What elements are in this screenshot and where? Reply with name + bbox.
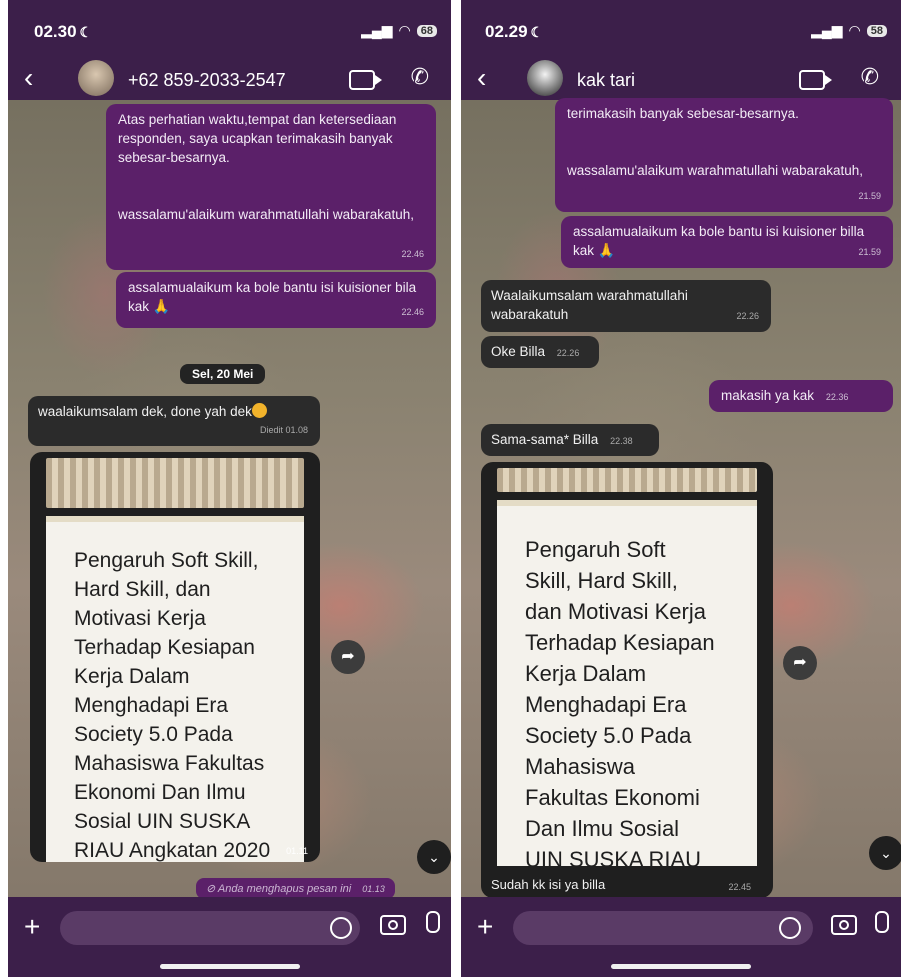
chat-screen-left: 02.30 ☾ ▂▄▆ ◠ 68 ‹ +62 859-2033-2547 ✆ At… — [8, 0, 451, 977]
sticker-icon[interactable] — [330, 917, 352, 939]
wifi-icon: ◠ — [398, 22, 411, 38]
moon-icon: ☾ — [79, 24, 93, 40]
contact-avatar[interactable] — [527, 60, 563, 96]
incoming-message[interactable]: Sama-sama* Billa 22.38 — [481, 424, 659, 456]
message-text: assalamualaikum ka bole bantu isi kuisio… — [128, 280, 417, 314]
outgoing-message[interactable]: terimakasih banyak sebesar-besarnya. was… — [555, 98, 893, 212]
praying-hands-icon: 🙏 — [597, 242, 616, 258]
document-image-message[interactable]: Pengaruh Soft Skill, Hard Skill, dan Mot… — [481, 462, 773, 898]
video-call-icon[interactable] — [799, 70, 832, 90]
message-text: assalamualaikum ka bole bantu isi kuisio… — [573, 224, 865, 258]
outgoing-message[interactable]: assalamualaikum ka bole bantu isi kuisio… — [561, 216, 893, 268]
microphone-icon[interactable] — [875, 911, 889, 933]
message-text: Sama-sama* Billa — [491, 432, 599, 447]
forward-icon[interactable]: ➦ — [783, 646, 817, 680]
home-indicator[interactable] — [611, 964, 751, 969]
message-input[interactable] — [513, 911, 813, 945]
document-page: Pengaruh Soft Skill, Hard Skill, dan Mot… — [497, 500, 757, 866]
incoming-message[interactable]: Oke Billa 22.26 — [481, 336, 599, 368]
message-text: Atas perhatian waktu,tempat dan ketersed… — [118, 112, 414, 222]
battery-level: 68 — [416, 24, 437, 37]
signal-icon: ▂▄▆ — [811, 22, 843, 38]
plus-icon[interactable]: + — [477, 911, 493, 943]
message-time: 22.26 — [556, 348, 580, 358]
document-image-message[interactable]: Pengaruh Soft Skill, Hard Skill, dan Mot… — [30, 452, 320, 862]
caption-text: Sudah kk isi ya billa — [491, 877, 606, 892]
scroll-down-button[interactable]: ⌄ — [869, 836, 901, 870]
sticker-icon[interactable] — [779, 917, 801, 939]
chat-header: 02.30 ☾ ▂▄▆ ◠ 68 ‹ +62 859-2033-2547 ✆ — [8, 0, 451, 100]
video-call-icon[interactable] — [349, 70, 382, 90]
emoji-icon — [251, 403, 267, 418]
document-title-text: Pengaruh Soft Skill, Hard Skill, dan Mot… — [74, 549, 271, 862]
contact-avatar[interactable] — [78, 60, 114, 96]
deleted-message[interactable]: ⊘ Anda menghapus pesan ini 01.13 — [196, 878, 395, 899]
message-time: 22.26 — [736, 311, 759, 321]
message-time: 01.11 — [286, 846, 308, 856]
wifi-icon: ◠ — [848, 22, 861, 38]
outgoing-message[interactable]: assalamualaikum ka bole bantu isi kuisio… — [116, 272, 436, 328]
document-page: Pengaruh Soft Skill, Hard Skill, dan Mot… — [46, 516, 304, 862]
status-bar-icons: ▂▄▆ ◠ 68 — [361, 22, 437, 39]
camera-icon[interactable] — [380, 915, 406, 935]
plus-icon[interactable]: + — [24, 911, 40, 943]
signal-icon: ▂▄▆ — [361, 22, 393, 38]
composer-bar: + — [461, 897, 901, 977]
document-banner-image — [46, 458, 304, 508]
message-text: terimakasih banyak sebesar-besarnya. was… — [567, 106, 863, 178]
microphone-icon[interactable] — [426, 911, 440, 933]
message-time: 22.36 — [825, 392, 849, 402]
message-input[interactable] — [60, 911, 360, 945]
incoming-message[interactable]: waalaikumsalam dek, done yah dek Diedit … — [28, 396, 320, 446]
message-text: makasih ya kak — [721, 388, 815, 403]
status-bar-time: 02.29 ☾ — [485, 22, 544, 41]
status-bar-time: 02.30 ☾ — [34, 22, 93, 41]
deleted-message-text: ⊘ Anda menghapus pesan ini — [206, 883, 352, 895]
document-banner-image — [497, 468, 757, 492]
camera-icon[interactable] — [831, 915, 857, 935]
message-time: 22.46 — [401, 249, 424, 259]
phone-call-icon[interactable]: ✆ — [411, 64, 429, 90]
incoming-message[interactable]: Waalaikumsalam warahmatullahi wabarakatu… — [481, 280, 771, 332]
scroll-down-button[interactable]: ⌄ — [417, 840, 451, 874]
status-bar-icons: ▂▄▆ ◠ 58 — [811, 22, 887, 39]
message-time: Diedit 01.08 — [259, 425, 308, 435]
composer-bar: + — [8, 897, 451, 977]
message-time: 01.13 — [362, 884, 385, 894]
battery-level: 58 — [866, 24, 887, 37]
contact-name[interactable]: kak tari — [577, 70, 635, 91]
message-time: 22.38 — [610, 436, 633, 446]
message-text: waalaikumsalam dek, done yah dek — [38, 404, 252, 419]
contact-name[interactable]: +62 859-2033-2547 — [128, 70, 286, 91]
praying-hands-icon: 🙏 — [152, 298, 171, 314]
back-button[interactable]: ‹ — [24, 64, 33, 92]
message-text: Waalaikumsalam warahmatullahi wabarakatu… — [491, 288, 688, 322]
chat-header: 02.29 ☾ ▂▄▆ ◠ 58 ‹ kak tari ✆ — [461, 0, 901, 100]
chat-screen-right: 02.29 ☾ ▂▄▆ ◠ 58 ‹ kak tari ✆ terimakasih… — [461, 0, 901, 977]
message-time: 22.45 — [728, 882, 751, 892]
date-separator: Sel, 20 Mei — [180, 364, 266, 384]
forward-icon[interactable]: ➦ — [331, 640, 365, 674]
document-title-text: Pengaruh Soft Skill, Hard Skill, dan Mot… — [525, 537, 715, 866]
message-time: 21.59 — [858, 247, 881, 257]
message-time: 21.59 — [858, 191, 881, 201]
outgoing-message[interactable]: makasih ya kak 22.36 — [709, 380, 893, 412]
back-button[interactable]: ‹ — [477, 64, 486, 92]
message-text: Oke Billa — [491, 344, 546, 359]
message-time: 22.46 — [401, 307, 424, 317]
outgoing-message[interactable]: Atas perhatian waktu,tempat dan ketersed… — [106, 104, 436, 270]
phone-call-icon[interactable]: ✆ — [861, 64, 879, 90]
message-caption: Sudah kk isi ya billa 22.45 — [491, 877, 763, 892]
home-indicator[interactable] — [159, 964, 300, 969]
moon-icon: ☾ — [530, 24, 544, 40]
